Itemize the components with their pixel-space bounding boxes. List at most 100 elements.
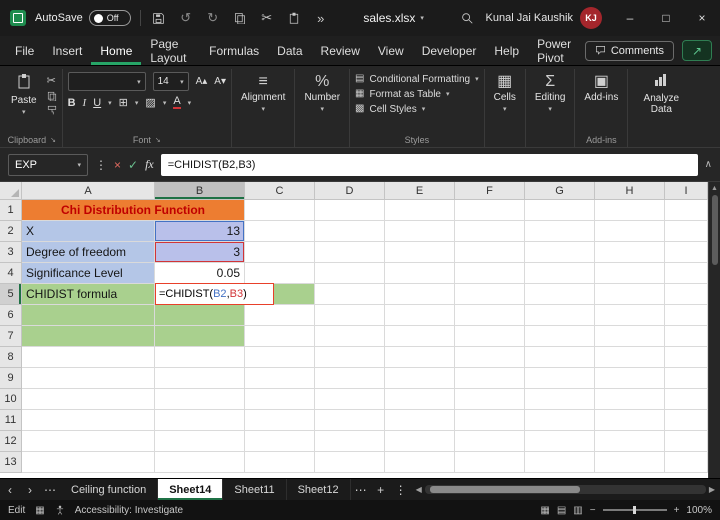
toolbar-overflow-icon[interactable]: » bbox=[312, 11, 330, 26]
cell-A13[interactable] bbox=[22, 452, 155, 473]
cell-C11[interactable] bbox=[245, 410, 315, 431]
cell-H4[interactable] bbox=[595, 263, 665, 284]
cell-I9[interactable] bbox=[665, 368, 708, 389]
sheet-tab-sheet11[interactable]: Sheet11 bbox=[223, 479, 287, 500]
cancel-icon[interactable]: × bbox=[114, 158, 121, 172]
cell-C10[interactable] bbox=[245, 389, 315, 410]
cell-D5[interactable] bbox=[315, 284, 385, 305]
horizontal-scroll-thumb[interactable] bbox=[429, 486, 580, 493]
cell-D10[interactable] bbox=[315, 389, 385, 410]
font-color-icon[interactable]: A bbox=[173, 96, 181, 109]
cell-A11[interactable] bbox=[22, 410, 155, 431]
previous-sheet-icon[interactable]: ‹ bbox=[0, 479, 20, 500]
cell-H1[interactable] bbox=[595, 200, 665, 221]
cell-I12[interactable] bbox=[665, 431, 708, 452]
cell-A3[interactable]: Degree of freedom bbox=[22, 242, 155, 263]
cell-C12[interactable] bbox=[245, 431, 315, 452]
column-header-I[interactable]: I bbox=[665, 182, 708, 200]
cell-B4[interactable]: 0.05 bbox=[155, 263, 245, 284]
cell-F3[interactable] bbox=[455, 242, 525, 263]
cell-F10[interactable] bbox=[455, 389, 525, 410]
number-button[interactable]: % Number ▾ bbox=[300, 72, 344, 114]
tab-power-pivot[interactable]: Power Pivot bbox=[528, 36, 585, 65]
cell-F7[interactable] bbox=[455, 326, 525, 347]
cell-H7[interactable] bbox=[595, 326, 665, 347]
analyze-data-button[interactable]: Analyze Data bbox=[633, 72, 689, 116]
cell-E7[interactable] bbox=[385, 326, 455, 347]
cell-H11[interactable] bbox=[595, 410, 665, 431]
autosave-control[interactable]: AutoSave Off bbox=[35, 10, 131, 26]
cell-E8[interactable] bbox=[385, 347, 455, 368]
formula-input[interactable]: =CHIDIST(B2,B3) bbox=[160, 153, 698, 176]
cell-C3[interactable] bbox=[245, 242, 315, 263]
column-header-A[interactable]: A bbox=[22, 182, 155, 200]
select-all-corner[interactable] bbox=[0, 182, 22, 200]
decrease-font-icon[interactable]: A▾ bbox=[214, 76, 226, 87]
cell-A4[interactable]: Significance Level bbox=[22, 263, 155, 284]
cell-D6[interactable] bbox=[315, 305, 385, 326]
cell-G13[interactable] bbox=[525, 452, 595, 473]
cell-G3[interactable] bbox=[525, 242, 595, 263]
cell-E3[interactable] bbox=[385, 242, 455, 263]
cell-A8[interactable] bbox=[22, 347, 155, 368]
cut-icon[interactable]: ✂ bbox=[258, 10, 276, 26]
format-painter-icon[interactable] bbox=[47, 105, 57, 115]
cut-icon[interactable]: ✂ bbox=[47, 75, 57, 87]
cell-I7[interactable] bbox=[665, 326, 708, 347]
cell-E1[interactable] bbox=[385, 200, 455, 221]
cell-G7[interactable] bbox=[525, 326, 595, 347]
column-header-C[interactable]: C bbox=[245, 182, 315, 200]
borders-icon[interactable]: ⊞ bbox=[119, 96, 128, 109]
copy-icon[interactable] bbox=[231, 12, 249, 24]
copy-icon[interactable] bbox=[47, 91, 57, 101]
column-header-H[interactable]: H bbox=[595, 182, 665, 200]
tab-formulas[interactable]: Formulas bbox=[200, 36, 268, 65]
scroll-right-icon[interactable]: ▶ bbox=[709, 485, 715, 494]
tab-view[interactable]: View bbox=[369, 36, 413, 65]
row-header-9[interactable]: 9 bbox=[0, 368, 22, 389]
expand-formula-bar-icon[interactable]: ∧ bbox=[705, 159, 712, 170]
cell-G11[interactable] bbox=[525, 410, 595, 431]
cell-I1[interactable] bbox=[665, 200, 708, 221]
row-header-5[interactable]: 5 bbox=[0, 284, 22, 305]
alignment-button[interactable]: ≡ Alignment ▾ bbox=[237, 72, 289, 114]
dialog-launcher-icon[interactable]: ↘ bbox=[50, 136, 56, 144]
document-title[interactable]: sales.xlsx ▾ bbox=[363, 11, 424, 25]
cell-B9[interactable] bbox=[155, 368, 245, 389]
cell-F11[interactable] bbox=[455, 410, 525, 431]
more-sheets-icon[interactable]: ⋯ bbox=[351, 479, 371, 500]
cell-G4[interactable] bbox=[525, 263, 595, 284]
cell-G1[interactable] bbox=[525, 200, 595, 221]
cell-C7[interactable] bbox=[245, 326, 315, 347]
cell-C13[interactable] bbox=[245, 452, 315, 473]
cell-C4[interactable] bbox=[245, 263, 315, 284]
format-as-table-button[interactable]: ▦ Format as Table ▾ bbox=[355, 88, 449, 100]
scroll-up-icon[interactable]: ▲ bbox=[711, 182, 718, 195]
horizontal-scroll-track[interactable] bbox=[424, 485, 706, 494]
cell-B10[interactable] bbox=[155, 389, 245, 410]
cell-D9[interactable] bbox=[315, 368, 385, 389]
maximize-button[interactable]: □ bbox=[648, 0, 684, 36]
redo-icon[interactable]: ↻ bbox=[204, 10, 222, 26]
vertical-scrollbar[interactable]: ▲ bbox=[708, 182, 720, 478]
cell-G8[interactable] bbox=[525, 347, 595, 368]
cell-E5[interactable] bbox=[385, 284, 455, 305]
next-sheet-icon[interactable]: › bbox=[20, 479, 40, 500]
increase-font-icon[interactable]: A▴ bbox=[196, 76, 208, 87]
cell-F12[interactable] bbox=[455, 431, 525, 452]
row-header-6[interactable]: 6 bbox=[0, 305, 22, 326]
cell-H5[interactable] bbox=[595, 284, 665, 305]
cell-H2[interactable] bbox=[595, 221, 665, 242]
insert-function-icon[interactable]: fx bbox=[145, 157, 154, 172]
cell-I10[interactable] bbox=[665, 389, 708, 410]
cell-I11[interactable] bbox=[665, 410, 708, 431]
italic-button[interactable]: I bbox=[83, 97, 87, 109]
cell-G10[interactable] bbox=[525, 389, 595, 410]
row-header-4[interactable]: 4 bbox=[0, 263, 22, 284]
cell-I13[interactable] bbox=[665, 452, 708, 473]
sheet-tab-sheet14[interactable]: Sheet14 bbox=[158, 479, 224, 500]
comments-button[interactable]: Comments bbox=[584, 40, 674, 61]
autosave-toggle[interactable]: Off bbox=[88, 10, 131, 26]
undo-icon[interactable]: ↺ bbox=[177, 10, 195, 26]
cell-C1[interactable] bbox=[245, 200, 315, 221]
